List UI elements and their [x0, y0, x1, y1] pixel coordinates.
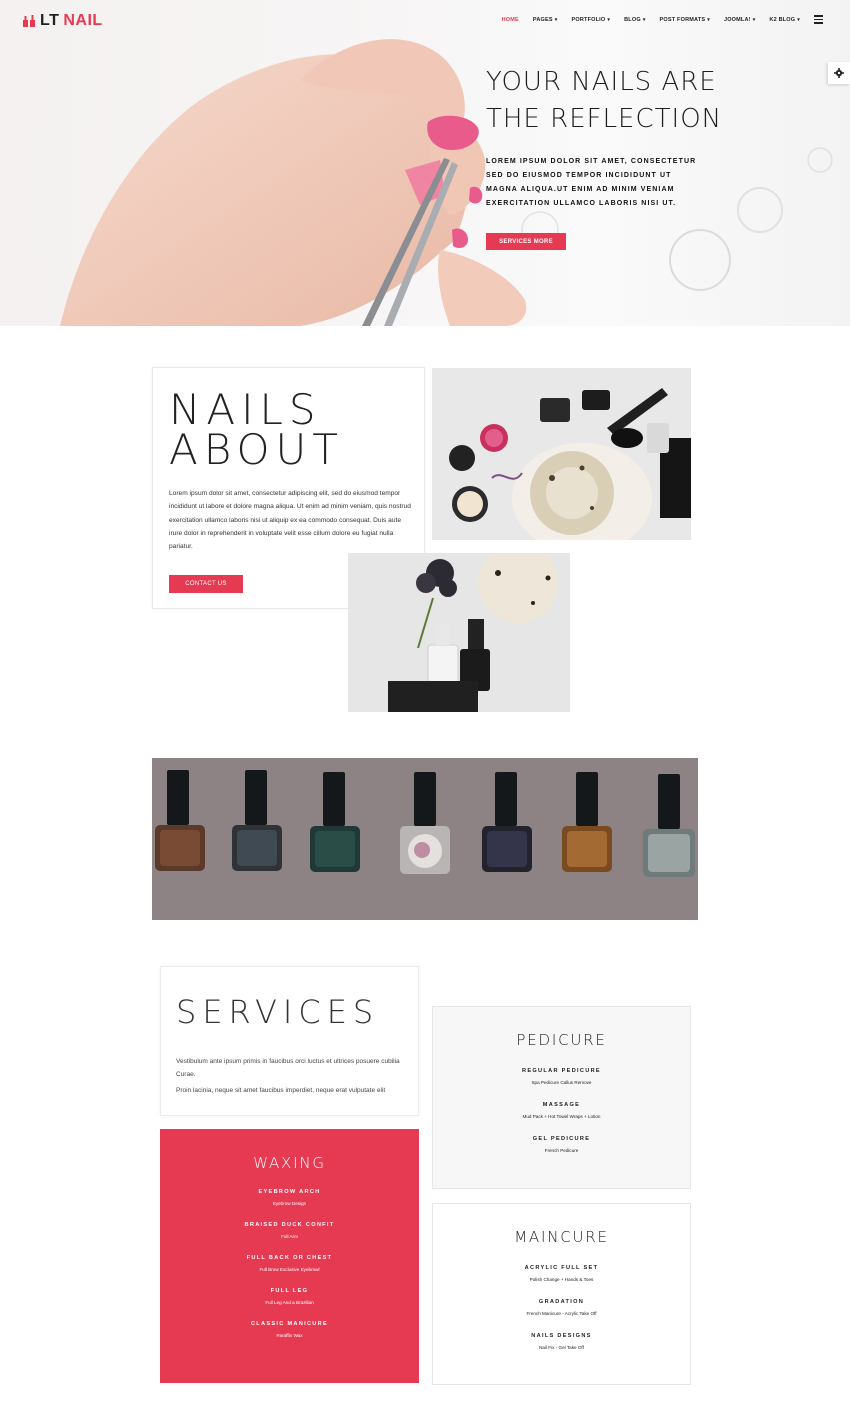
pedicure-title: PEDICURE [516, 1031, 607, 1049]
service-name: ACRYLIC FULL SET [524, 1265, 599, 1271]
waxing-card: WAXING EYEBROW ARCH Eyebrow Design BRAISE… [160, 1129, 419, 1383]
service-desc: French Pedicure [544, 1148, 579, 1153]
list-item: GEL PEDICURE French Pedicure [433, 1136, 690, 1153]
service-name: FULL LEG [270, 1288, 309, 1294]
about-text: Lorem ipsum dolor sit amet, consectetur … [169, 490, 411, 551]
list-item: ACRYLIC FULL SET Polish Change + Hands & … [433, 1265, 690, 1282]
brand-logo[interactable]: LT NAIL [22, 12, 103, 30]
list-item: REGULAR PEDICURE Spa Pedicure Callus Remo… [433, 1068, 690, 1085]
service-desc: Mud Pack + Hot Towel Wraps + Lotion [522, 1114, 601, 1119]
service-name: FULL BACK OR CHEST [246, 1255, 333, 1261]
list-item: CLASSIC MANICURE Paraffin Wax [160, 1321, 419, 1338]
service-name: REGULAR PEDICURE [522, 1068, 601, 1074]
chevron-down-icon: ▾ [707, 17, 710, 23]
maincure-card: MAINCURE ACRYLIC FULL SET Polish Change +… [432, 1203, 691, 1385]
nav-item-k2-blog[interactable]: K2 BLOG ▾ [769, 17, 800, 23]
nav-item-blog[interactable]: BLOG ▾ [624, 17, 645, 23]
cosmetics-photo [432, 368, 691, 540]
about-title-line: ABOUT [169, 425, 344, 474]
nav-item-pages[interactable]: PAGES ▾ [533, 17, 558, 23]
service-name: CLASSIC MANICURE [250, 1321, 329, 1327]
list-item: NAILS DESIGNS Nail Fix - Gel Take Off [433, 1333, 690, 1350]
hero-title-line: THE REFLECTION [486, 104, 723, 134]
waxing-title: WAXING [253, 1154, 326, 1172]
nav-item-post-formats[interactable]: POST FORMATS ▾ [660, 17, 710, 23]
service-desc: French Manicure - Acrylic Take Off [526, 1311, 597, 1316]
hero-image [60, 39, 833, 326]
nav-label: POST FORMATS [659, 17, 706, 23]
chevron-down-icon: ▾ [752, 17, 756, 23]
chevron-down-icon: ▾ [607, 17, 611, 23]
brand-name-nail: NAIL [63, 12, 103, 29]
nav-label: JOOMLA! [723, 17, 751, 23]
about-title: NAILS ABOUT [169, 389, 344, 471]
chevron-down-icon: ▾ [554, 17, 558, 23]
nav-item-home[interactable]: HOME [502, 17, 519, 23]
service-name: NAILS DESIGNS [531, 1333, 592, 1339]
nav-label: HOME [501, 17, 519, 23]
nav-label: PORTFOLIO [571, 17, 606, 23]
nav-item-joomla[interactable]: JOOMLA! ▾ [724, 17, 755, 23]
services-title: SERVICES [176, 993, 380, 1031]
service-desc: Full Leg And a Brazilian [265, 1300, 314, 1305]
contact-us-button[interactable]: CONTACT US [169, 575, 243, 593]
settings-toggle[interactable] [828, 62, 850, 84]
hero-text: LOREM IPSUM DOLOR SIT AMET, CONSECTETUR … [486, 158, 697, 207]
hero-title: YOUR NAILS ARE THE REFLECTION [486, 64, 816, 138]
nail-polish-bottles-photo [152, 758, 698, 920]
maincure-title: MAINCURE [514, 1228, 609, 1246]
service-name: GEL PEDICURE [532, 1136, 591, 1142]
service-desc: Nail Fix - Gel Take Off [539, 1345, 584, 1350]
hero-section: LT NAIL HOME PAGES ▾ PORTFOLIO ▾ BLOG ▾ POS… [0, 0, 850, 326]
service-name: EYEBROW ARCH [258, 1189, 321, 1195]
hero-title-line: YOUR NAILS ARE [486, 67, 717, 97]
list-item: FULL BACK OR CHEST Full Brow Exclusive Ey… [160, 1255, 419, 1272]
service-desc: Eyebrow Design [272, 1201, 307, 1206]
hamburger-icon[interactable] [814, 15, 823, 24]
services-intro-card: SERVICES Vestibulum ante ipsum primis in… [160, 966, 419, 1116]
nail-polish-banner [152, 758, 698, 920]
service-name: GRADATION [538, 1299, 585, 1305]
services-text: Vestibulum ante ipsum primis in faucibus… [176, 1056, 408, 1102]
nail-products-photo [348, 553, 570, 712]
service-desc: Paraffin Wax [276, 1333, 303, 1338]
chevron-down-icon: ▾ [797, 17, 800, 23]
list-item: MASSAGE Mud Pack + Hot Towel Wraps + Loti… [433, 1102, 690, 1119]
nav-label: PAGES [532, 17, 553, 23]
nav-item-portfolio[interactable]: PORTFOLIO ▾ [572, 17, 611, 23]
services-paragraph: Vestibulum ante ipsum primis in faucibus… [176, 1058, 400, 1078]
nav-label: BLOG [624, 17, 641, 23]
gear-icon [834, 68, 844, 78]
list-item: GRADATION French Manicure - Acrylic Take … [433, 1299, 690, 1316]
service-desc: Full Arm [281, 1234, 298, 1239]
service-desc: Polish Change + Hands & Toes [529, 1277, 594, 1282]
service-name: MASSAGE [542, 1102, 581, 1108]
brand-name-lt: LT [40, 12, 60, 29]
service-desc: Full Brow Exclusive Eyebrowl [259, 1267, 320, 1272]
nail-products-image [348, 553, 570, 712]
nav-label: K2 BLOG [769, 17, 796, 23]
list-item: BRAISED DUCK CONFIT Full Arm [160, 1222, 419, 1239]
service-name: BRAISED DUCK CONFIT [244, 1222, 335, 1228]
nail-polish-icon [23, 15, 35, 27]
list-item: EYEBROW ARCH Eyebrow Design [160, 1189, 419, 1206]
pedicure-card: PEDICURE REGULAR PEDICURE Spa Pedicure Ca… [432, 1006, 691, 1189]
list-item: FULL LEG Full Leg And a Brazilian [160, 1288, 419, 1305]
chevron-down-icon: ▾ [642, 17, 646, 23]
services-more-button[interactable]: SERVICES MORE [486, 233, 566, 250]
cosmetics-image [432, 368, 691, 540]
services-paragraph: Proin lacinia, neque sit amet faucibus i… [176, 1087, 386, 1094]
service-desc: Spa Pedicure Callus Remove [531, 1080, 592, 1085]
main-nav: HOME PAGES ▾ PORTFOLIO ▾ BLOG ▾ POST FORMAT… [502, 17, 800, 23]
